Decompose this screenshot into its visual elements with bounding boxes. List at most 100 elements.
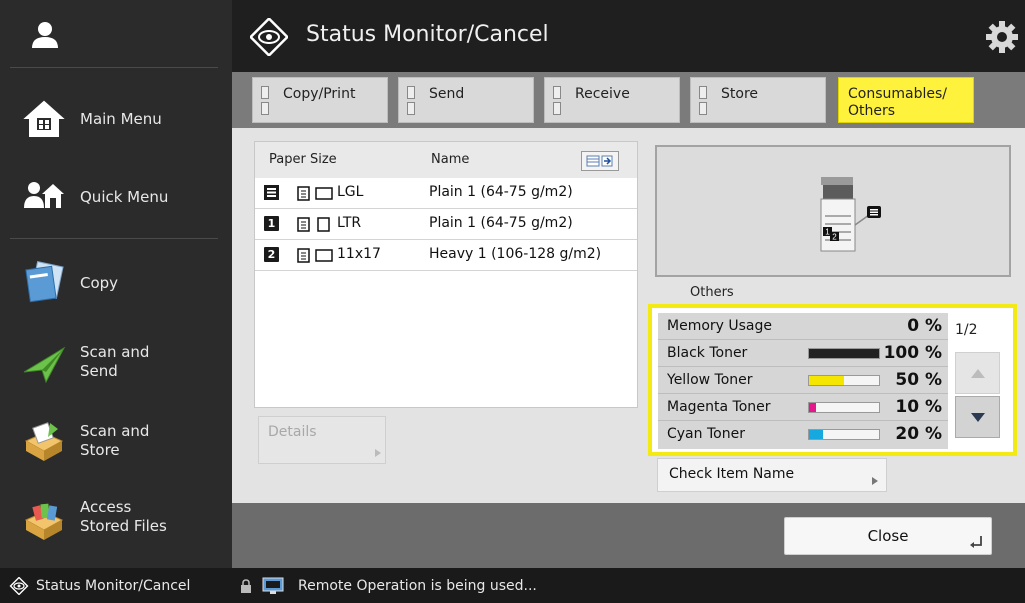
remote-operation-status: Remote Operation is being used...	[298, 578, 537, 594]
check-item-label: Check Item Name	[669, 466, 795, 482]
toner-level-bar	[808, 375, 880, 386]
close-label: Close	[867, 527, 909, 545]
sidebar: Main Menu Quick Menu Copy Scan and Send	[0, 0, 232, 568]
paper-table: Paper Size Name LGL Plain 1 (64-75 g/m2)…	[254, 141, 638, 408]
sidebar-item-main-menu[interactable]: Main Menu	[0, 84, 232, 154]
paper-size: LTR	[337, 215, 362, 231]
remote-operation-icon	[262, 577, 284, 594]
scan-store-icon	[24, 422, 64, 461]
paper-orientation-icon	[297, 248, 333, 263]
paper-tray-icon	[264, 185, 279, 200]
table-row[interactable]: 2 11x17 Heavy 1 (106-128 g/m2)	[255, 240, 637, 271]
stored-files-icon	[24, 503, 64, 540]
return-icon	[970, 536, 982, 548]
toner-level-bar	[808, 402, 880, 413]
list-item[interactable]: Memory Usage 0 %	[658, 313, 948, 340]
tab-store[interactable]: Store	[690, 77, 826, 123]
list-item[interactable]: Magenta Toner 10 %	[658, 394, 948, 421]
toner-level-fill	[809, 403, 816, 412]
tab-receive[interactable]: Receive	[544, 77, 680, 123]
others-heading: Others	[690, 285, 734, 300]
header: Status Monitor/Cancel	[232, 0, 1025, 72]
user-icon[interactable]	[30, 20, 60, 50]
table-row[interactable]: 1 LTR Plain 1 (64-75 g/m2)	[255, 209, 637, 240]
column-header-name: Name	[431, 152, 470, 167]
chevron-right-icon	[375, 449, 381, 457]
status-bar: Status Monitor/Cancel Remote Operation i…	[0, 568, 1025, 603]
sidebar-item-label: Quick Menu	[80, 188, 169, 206]
sidebar-item-scan-send[interactable]: Scan and Send	[0, 328, 232, 398]
quick-menu-icon	[24, 182, 64, 208]
tab-label: Send	[429, 86, 465, 102]
paper-name: Plain 1 (64-75 g/m2)	[429, 215, 573, 231]
sidebar-divider	[10, 238, 218, 239]
item-label: Black Toner	[667, 345, 748, 361]
printer-icon: 1 2	[820, 177, 881, 252]
table-row[interactable]: LGL Plain 1 (64-75 g/m2)	[255, 178, 637, 209]
status-indicator	[553, 86, 561, 116]
tray-number: 2	[264, 247, 279, 262]
table-header: Paper Size Name	[255, 142, 637, 178]
status-indicator	[407, 86, 415, 116]
home-icon	[23, 100, 65, 137]
sidebar-item-label: Access Stored Files	[80, 498, 167, 535]
list-item[interactable]: Cyan Toner 20 %	[658, 421, 948, 448]
sidebar-item-label: Main Menu	[80, 110, 162, 128]
item-percent: 10 %	[895, 397, 942, 417]
item-percent: 20 %	[895, 424, 942, 444]
tab-bar: Copy/Print Send Receive Store Consumable…	[232, 72, 1025, 128]
item-label: Cyan Toner	[667, 426, 745, 442]
chevron-right-icon	[872, 477, 878, 485]
sidebar-divider	[10, 67, 218, 68]
status-indicator	[261, 86, 269, 116]
toner-level-fill	[809, 430, 823, 439]
tab-label: Store	[721, 86, 759, 102]
status-monitor-icon	[250, 18, 288, 56]
scroll-up-button[interactable]	[955, 352, 1000, 394]
status-monitor-icon[interactable]	[9, 577, 29, 595]
page-indicator: 1/2	[955, 322, 978, 338]
tab-consumables-others[interactable]: Consumables/ Others	[838, 77, 974, 123]
paper-name: Heavy 1 (106-128 g/m2)	[429, 246, 602, 262]
status-indicator	[699, 86, 707, 116]
details-label: Details	[268, 424, 317, 440]
check-item-name-button[interactable]: Check Item Name	[657, 458, 887, 492]
list-item[interactable]: Yellow Toner 50 %	[658, 367, 948, 394]
triangle-up-icon	[971, 369, 985, 378]
sidebar-item-label: Copy	[80, 274, 119, 292]
scan-send-icon	[23, 346, 66, 384]
lock-icon	[241, 579, 251, 593]
toner-level-bar	[808, 348, 880, 359]
sidebar-item-access-stored-files[interactable]: Access Stored Files	[0, 488, 232, 558]
paper-orientation-icon	[297, 217, 330, 232]
item-percent: 0 %	[907, 316, 942, 336]
status-monitor-link[interactable]: Status Monitor/Cancel	[36, 578, 190, 594]
switch-view-icon[interactable]	[581, 151, 619, 171]
details-button[interactable]: Details	[258, 416, 386, 464]
sidebar-item-quick-menu[interactable]: Quick Menu	[0, 162, 232, 232]
svg-text:2: 2	[832, 233, 837, 242]
scroll-down-button[interactable]	[955, 396, 1000, 438]
column-header-paper-size: Paper Size	[269, 152, 337, 167]
gear-icon[interactable]	[985, 20, 1019, 54]
toner-level-fill	[809, 349, 879, 358]
close-button[interactable]: Close	[784, 517, 992, 555]
paper-size: 11x17	[337, 246, 381, 262]
svg-text:1: 1	[825, 228, 830, 237]
tab-send[interactable]: Send	[398, 77, 534, 123]
tab-copy-print[interactable]: Copy/Print	[252, 77, 388, 123]
paper-size: LGL	[337, 184, 364, 200]
paper-orientation-icon	[297, 186, 333, 201]
tab-label: Receive	[575, 86, 630, 102]
paper-name: Plain 1 (64-75 g/m2)	[429, 184, 573, 200]
tab-label: Copy/Print	[283, 86, 356, 102]
triangle-down-icon	[971, 413, 985, 422]
item-percent: 50 %	[895, 370, 942, 390]
sidebar-item-label: Scan and Send	[80, 343, 150, 380]
item-label: Magenta Toner	[667, 399, 771, 415]
item-label: Memory Usage	[667, 318, 773, 334]
sidebar-item-scan-store[interactable]: Scan and Store	[0, 407, 232, 477]
sidebar-item-label: Scan and Store	[80, 422, 150, 459]
list-item[interactable]: Black Toner 100 %	[658, 340, 948, 367]
sidebar-item-copy[interactable]: Copy	[0, 248, 232, 318]
